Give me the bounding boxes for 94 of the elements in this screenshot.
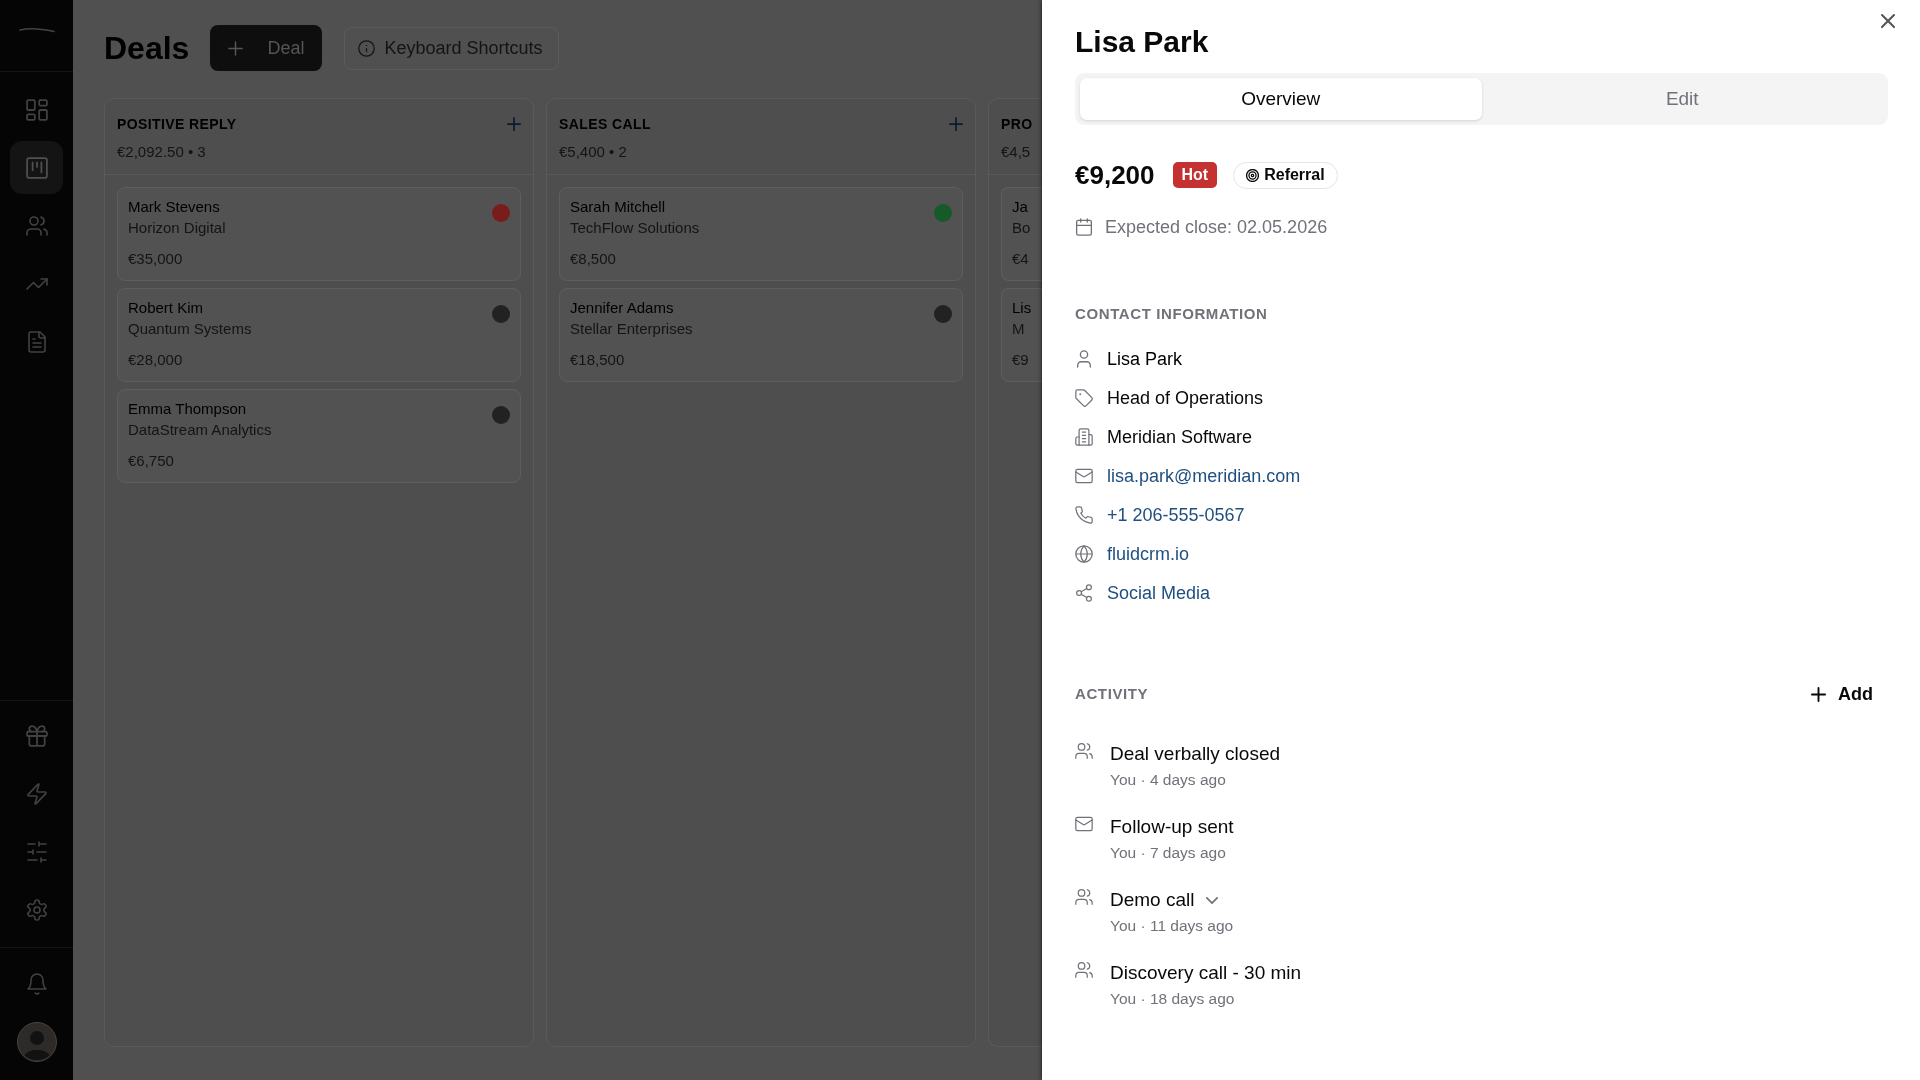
deal-amount: €6,750 xyxy=(128,452,175,470)
deal-card[interactable]: Robert Kim Quantum Systems €28,000 xyxy=(117,288,521,382)
info-icon xyxy=(358,39,376,57)
company-name: Stellar Enterprises xyxy=(570,320,694,338)
users-icon xyxy=(25,214,48,237)
deal-value: €9,200 xyxy=(1075,160,1155,190)
people-icon xyxy=(1075,961,1093,979)
document-icon xyxy=(25,330,48,353)
gift-icon[interactable] xyxy=(25,724,48,747)
column-title: POSITIVE REPLY xyxy=(117,115,237,133)
activity-meta: You · 11 days ago xyxy=(1110,916,1234,936)
social-media-link[interactable]: Social Media xyxy=(1107,582,1211,604)
dashboard-icon xyxy=(25,98,48,121)
contact-name: Lis xyxy=(1012,299,1032,317)
activity-title: Discovery call - 30 min xyxy=(1110,961,1302,985)
plus-icon[interactable] xyxy=(507,117,521,131)
tab[interactable]: Edit xyxy=(1481,78,1883,120)
expected-close-date: Expected close: 02.05.2026 xyxy=(1105,216,1328,238)
priority-badge: Hot xyxy=(1172,162,1218,188)
source-label: Referral xyxy=(1264,166,1325,184)
activity-meta: You · 4 days ago xyxy=(1110,770,1227,790)
mail-icon xyxy=(1075,815,1093,833)
avatar-icon[interactable] xyxy=(16,1022,57,1062)
contact-name: Mark Stevens xyxy=(128,198,220,216)
share-icon xyxy=(1075,584,1093,602)
person-icon xyxy=(1075,350,1093,368)
company-name: Horizon Digital xyxy=(128,219,227,237)
job-title: Head of Operations xyxy=(1107,387,1264,409)
company-name: Bo xyxy=(1012,219,1032,237)
plus-icon xyxy=(228,40,244,56)
page-title: Deals xyxy=(104,29,190,68)
bell-icon[interactable] xyxy=(25,972,48,995)
deal-amount: €9 xyxy=(1012,351,1030,369)
deal-card[interactable]: Ja Bo €4 xyxy=(1001,187,1042,281)
settings-icon[interactable] xyxy=(25,898,48,921)
deal-amount: €8,500 xyxy=(570,250,617,268)
contact-title: Lisa Park xyxy=(1075,24,1209,60)
chevron-down-icon[interactable] xyxy=(1206,896,1219,904)
contact-name: Emma Thompson xyxy=(128,400,247,418)
deal-amount: €28,000 xyxy=(128,351,184,369)
contact-name: Ja xyxy=(1012,198,1028,216)
plus-icon[interactable] xyxy=(949,117,963,131)
column-summary: €4,5 xyxy=(1001,142,1030,162)
tab[interactable]: Overview xyxy=(1080,78,1482,120)
column-title: SALES CALL xyxy=(559,115,651,133)
kanban-board-icon xyxy=(25,156,48,179)
contact-name: Robert Kim xyxy=(128,299,204,317)
column-summary: €2,092.50 • 3 xyxy=(117,142,207,162)
activity-title: Follow-up sent xyxy=(1110,815,1234,839)
people-icon xyxy=(1075,742,1093,760)
contact-name: Jennifer Adams xyxy=(570,299,674,317)
activity-title: Deal verbally closed xyxy=(1110,742,1281,766)
company-name: Meridian Software xyxy=(1107,426,1253,448)
tag-icon xyxy=(1075,389,1093,407)
logo-icon xyxy=(18,27,55,33)
activity-meta: You · 7 days ago xyxy=(1110,843,1227,863)
deal-card[interactable]: Mark Stevens Horizon Digital €35,000 xyxy=(117,187,521,281)
phone-icon xyxy=(1075,506,1093,524)
column-title: PRO xyxy=(1001,115,1033,133)
deal-amount: €4 xyxy=(1012,250,1030,268)
company-name: Quantum Systems xyxy=(128,320,253,338)
calendar-icon xyxy=(1075,218,1093,236)
phone-link[interactable]: +1 206-555-0567 xyxy=(1107,504,1245,526)
activity-title: Demo call xyxy=(1110,888,1195,912)
sidebar-nav-button[interactable] xyxy=(10,141,63,194)
people-icon xyxy=(1075,888,1093,906)
column-summary: €5,400 • 2 xyxy=(559,142,628,162)
plus-icon xyxy=(1811,686,1826,702)
add-activity-button[interactable]: Add xyxy=(1811,683,1873,705)
deal-card[interactable]: Sarah Mitchell TechFlow Solutions €8,500 xyxy=(559,187,963,281)
lightning-icon[interactable] xyxy=(25,782,48,805)
building-icon xyxy=(1075,428,1093,446)
keyboard-shortcuts-button[interactable]: Keyboard Shortcuts xyxy=(344,26,560,70)
target-icon xyxy=(1246,168,1260,182)
website-link[interactable]: fluidcrm.io xyxy=(1107,543,1190,565)
sliders-icon[interactable] xyxy=(25,840,48,863)
company-name: M xyxy=(1012,320,1026,338)
contact-person-name: Lisa Park xyxy=(1107,348,1183,370)
deal-card[interactable]: Jennifer Adams Stellar Enterprises €18,500 xyxy=(559,288,963,382)
globe-icon xyxy=(1075,545,1093,563)
deal-amount: €18,500 xyxy=(570,351,626,369)
new-deal-button[interactable]: Deal xyxy=(210,25,323,71)
email-link[interactable]: lisa.park@meridian.com xyxy=(1107,465,1301,487)
company-name: DataStream Analytics xyxy=(128,421,273,439)
deal-amount: €35,000 xyxy=(128,250,184,268)
activity-meta: You · 18 days ago xyxy=(1110,989,1236,1009)
mail-icon xyxy=(1075,467,1093,485)
section-heading: CONTACT INFORMATION xyxy=(1075,304,1268,324)
section-heading: ACTIVITY xyxy=(1075,684,1149,704)
contact-name: Sarah Mitchell xyxy=(570,198,666,216)
deal-card[interactable]: Lis M €9 xyxy=(1001,288,1042,382)
deal-card[interactable]: Emma Thompson DataStream Analytics €6,750 xyxy=(117,389,521,483)
close-icon[interactable] xyxy=(1881,14,1895,28)
company-name: TechFlow Solutions xyxy=(570,219,701,237)
